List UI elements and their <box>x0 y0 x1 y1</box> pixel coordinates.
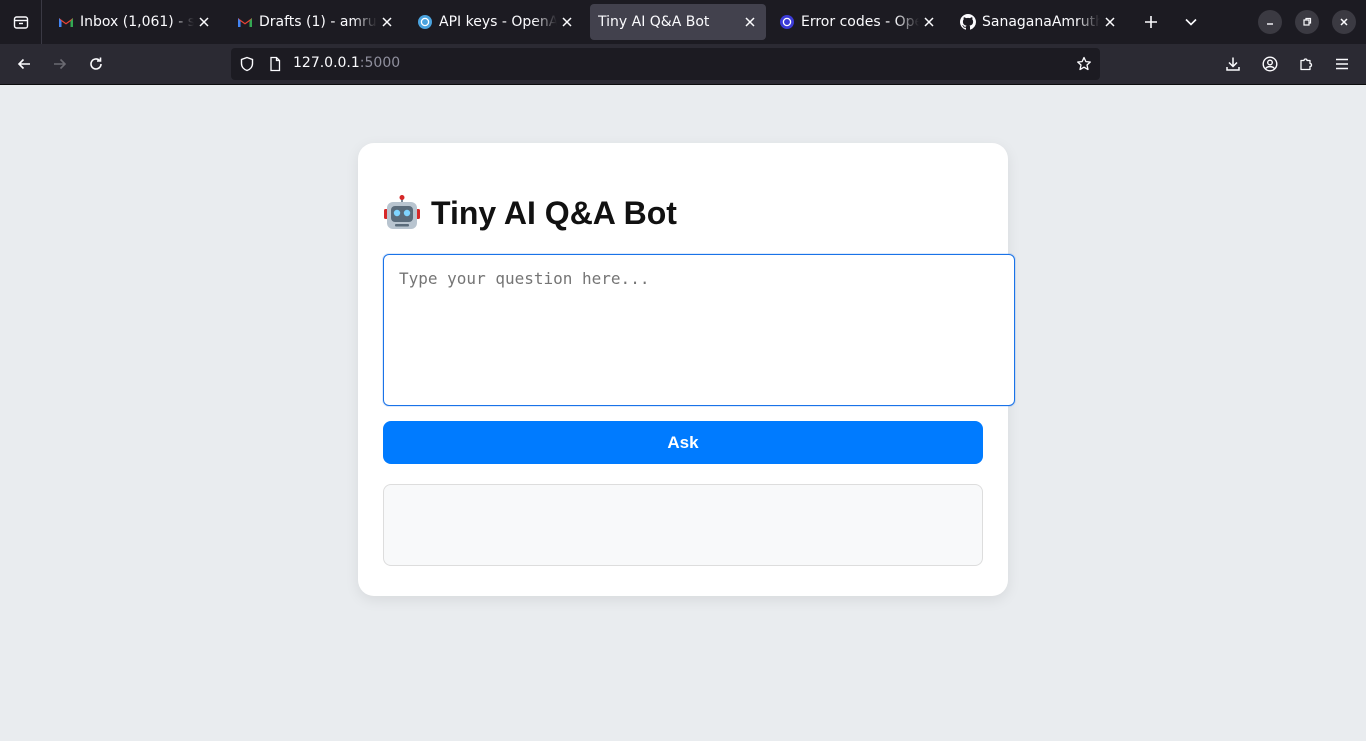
minimize-icon <box>1267 23 1273 25</box>
openai-icon <box>779 14 795 30</box>
plus-icon <box>1145 16 1157 28</box>
arrow-left-icon <box>17 58 30 70</box>
new-tab-button[interactable] <box>1137 8 1165 36</box>
page-title-text: Tiny AI Q&A Bot <box>431 194 677 231</box>
restore-icon <box>1303 17 1312 26</box>
url-bar[interactable]: 127.0.0.1:5000 <box>231 48 1100 80</box>
chevron-down-icon <box>1185 18 1197 26</box>
back-button[interactable] <box>10 50 38 78</box>
tab-title: Error codes - OpenAI API <box>801 14 919 30</box>
url-text[interactable]: 127.0.0.1:5000 <box>293 55 400 71</box>
close-icon[interactable] <box>1100 12 1120 32</box>
tab-title: Inbox (1,061) - sanaganaamrutha <box>80 14 194 30</box>
account-button[interactable] <box>1256 50 1284 78</box>
tab-inbox[interactable]: Inbox (1,061) - sanaganaamrutha <box>50 4 220 40</box>
extensions-button[interactable] <box>1292 50 1320 78</box>
close-icon[interactable] <box>377 12 397 32</box>
browser-toolbar: 127.0.0.1:5000 <box>0 44 1366 85</box>
forward-button[interactable] <box>46 50 74 78</box>
puzzle-icon <box>1300 58 1313 71</box>
browser-tab-bar: Inbox (1,061) - sanaganaamrutha Drafts (… <box>0 0 1366 44</box>
tab-overview-icon <box>13 16 28 29</box>
shield-icon[interactable] <box>239 56 255 72</box>
openai-icon <box>417 14 433 30</box>
tab-drafts[interactable]: Drafts (1) - amruthasanagana <box>229 4 403 40</box>
tab-tiny-ai-active[interactable]: Tiny AI Q&A Bot <box>590 4 766 40</box>
answer-box <box>383 484 983 566</box>
qa-card: Tiny AI Q&A Bot Ask <box>358 143 1015 596</box>
tab-title: API keys - OpenAI API <box>439 14 557 30</box>
tab-title: Tiny AI Q&A Bot <box>598 14 710 30</box>
tab-error-codes[interactable]: Error codes - OpenAI API <box>771 4 945 40</box>
ask-button[interactable]: Ask <box>383 421 983 464</box>
reload-button[interactable] <box>82 50 110 78</box>
menu-button[interactable] <box>1328 50 1356 78</box>
close-icon[interactable] <box>740 12 760 32</box>
list-all-tabs-button[interactable] <box>1177 8 1205 36</box>
question-input[interactable] <box>383 254 1015 406</box>
github-icon <box>960 14 976 30</box>
tab-overview-button[interactable] <box>0 0 42 44</box>
gmail-icon <box>237 14 253 30</box>
bookmark-star-icon[interactable] <box>1076 56 1092 72</box>
tab-title: Drafts (1) - amruthasanagana <box>259 14 377 30</box>
reload-icon <box>90 57 102 70</box>
url-host: 127.0.0.1 <box>293 55 360 71</box>
close-icon[interactable] <box>194 12 214 32</box>
hamburger-menu-icon <box>1336 58 1348 70</box>
close-window-button[interactable] <box>1332 10 1356 34</box>
account-icon <box>1262 56 1278 72</box>
page-title: Tiny AI Q&A Bot <box>383 193 677 233</box>
robot-icon <box>384 195 420 229</box>
tab-github[interactable]: SanaganaAmrutha/tiny-ai <box>952 4 1126 40</box>
downloads-button[interactable] <box>1219 50 1247 78</box>
download-icon <box>1226 57 1240 71</box>
url-port: :5000 <box>359 55 401 71</box>
close-icon <box>1340 18 1348 26</box>
gmail-icon <box>58 14 74 30</box>
restore-button[interactable] <box>1295 10 1319 34</box>
arrow-right-icon <box>54 58 67 70</box>
tab-title: SanaganaAmrutha/tiny-ai <box>982 14 1100 30</box>
close-icon[interactable] <box>557 12 577 32</box>
page-icon[interactable] <box>267 56 283 72</box>
tab-api-keys[interactable]: API keys - OpenAI API <box>409 4 583 40</box>
close-icon[interactable] <box>919 12 939 32</box>
minimize-button[interactable] <box>1258 10 1282 34</box>
